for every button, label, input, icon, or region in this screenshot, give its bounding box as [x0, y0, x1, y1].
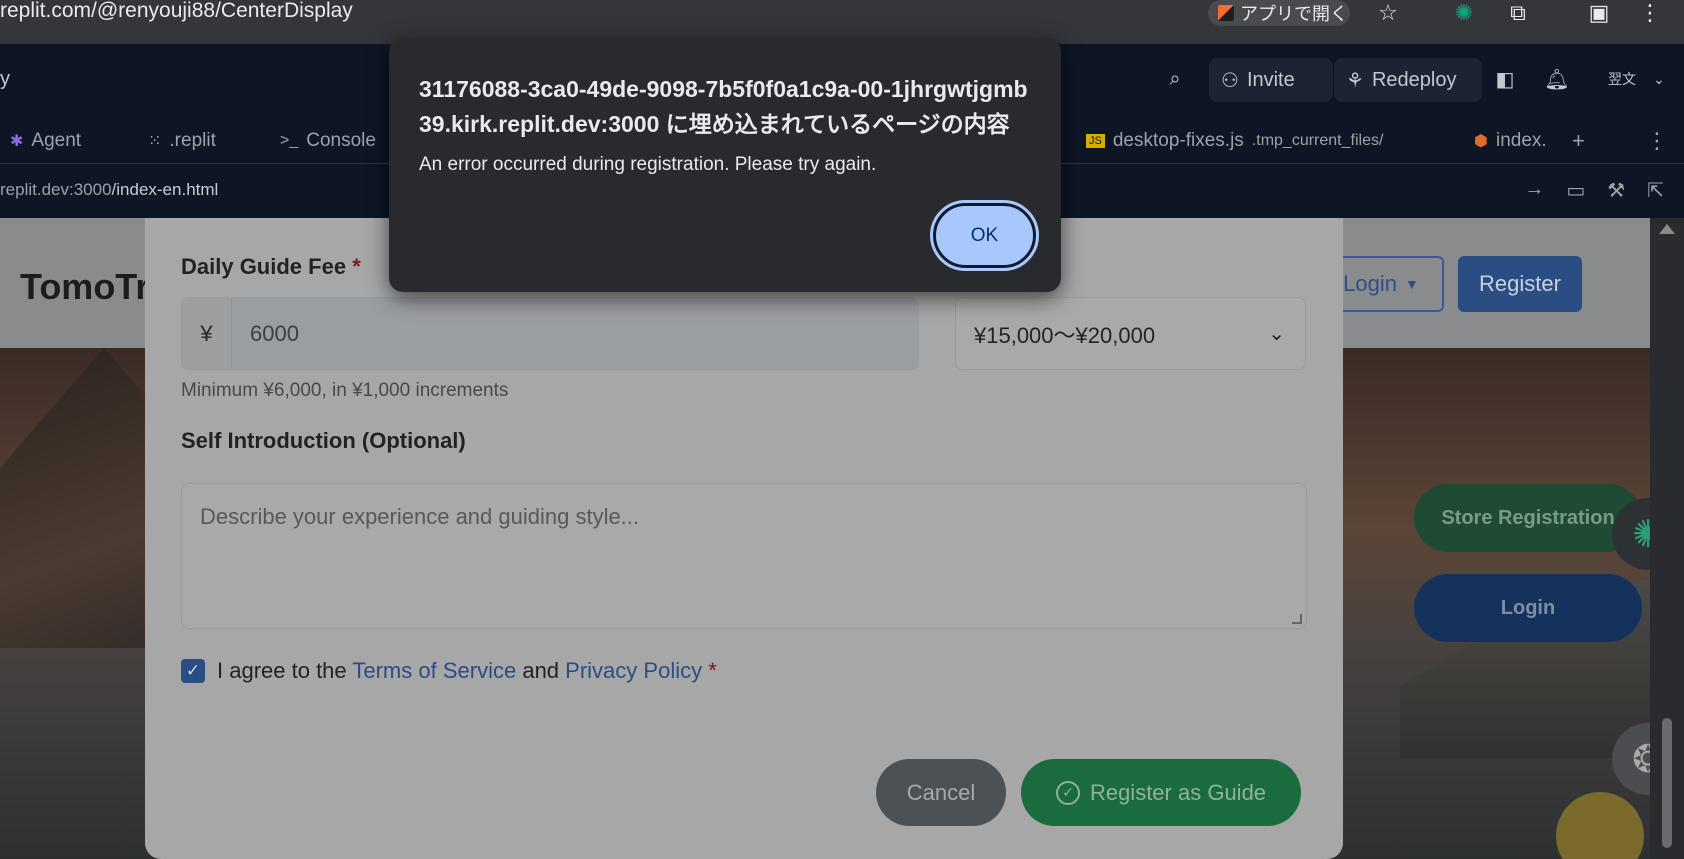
tab-label: Console [306, 130, 376, 151]
fee-hint: Minimum ¥6,000, in ¥1,000 increments [181, 380, 509, 401]
agent-icon: ✱ [10, 133, 24, 150]
replit-logo-icon [1218, 5, 1234, 21]
caret-down-icon: ▼ [1404, 276, 1419, 292]
intro-label: Self Introduction (Optional) [181, 428, 466, 453]
check-circle-icon: ✓ [1055, 780, 1080, 805]
devices-icon[interactable]: ▭ [1566, 178, 1585, 203]
tab-label: desktop-fixes.js [1112, 130, 1244, 151]
notifications-bell-icon[interactable]: 🔔︎ [1544, 66, 1570, 92]
register-label: Register as Guide [1089, 779, 1267, 805]
open-in-app-button[interactable]: アプリで開く [1208, 0, 1350, 26]
webview-url[interactable]: replit.dev:3000/index-en.html [0, 180, 218, 200]
new-tab-plus-icon[interactable]: + [1562, 118, 1595, 164]
tab-label: Agent [31, 130, 82, 151]
fee-label: Daily Guide Fee * [181, 254, 361, 280]
nav-login-label: Login [1343, 271, 1397, 296]
chevron-down-icon: ⌄ [1268, 323, 1285, 345]
bookmark-star-icon[interactable]: ☆ [1374, 0, 1402, 26]
cancel-button[interactable]: Cancel [876, 759, 1006, 826]
fee-label-text: Daily Guide Fee [181, 254, 347, 279]
open-external-icon[interactable]: ⇱ [1647, 178, 1664, 203]
agree-and: and [522, 658, 560, 683]
site-logo[interactable]: TomoTr [20, 266, 149, 308]
self-intro-textarea[interactable]: Describe your experience and guiding sty… [181, 483, 1307, 629]
chevron-down-icon[interactable]: ⌄ [1646, 66, 1672, 92]
chatgpt-extension-icon[interactable]: ✺ [1450, 0, 1478, 26]
preview-scrollbar[interactable] [1650, 218, 1684, 859]
store-registration-button[interactable]: Store Registration [1414, 484, 1642, 552]
address-bar[interactable]: replit.com/@renyouji88/CenterDisplay [0, 0, 353, 22]
tab-label: index. [1495, 130, 1547, 151]
javascript-file-icon: JS [1086, 134, 1105, 148]
tab-desktop-fixes[interactable]: JS desktop-fixes.js .tmp_current_files/ [1076, 118, 1393, 164]
required-mark: * [708, 658, 717, 683]
nav-register-button[interactable]: Register [1458, 256, 1582, 312]
add-user-icon: ⚇ [1221, 69, 1239, 92]
privacy-link[interactable]: Privacy Policy [565, 658, 702, 683]
fee-input-group: ¥ 6000 [181, 297, 919, 370]
devtools-wrench-icon[interactable]: ⚒ [1607, 178, 1625, 203]
currency-prefix: ¥ [182, 298, 232, 369]
required-mark: * [352, 254, 361, 279]
browser-menu-icon[interactable]: ⋮ [1638, 0, 1662, 26]
redeploy-label: Redeploy [1371, 68, 1457, 91]
invite-label: Invite [1246, 68, 1295, 91]
intro-placeholder: Describe your experience and guiding sty… [200, 504, 640, 529]
agree-text: I agree to the Terms of Service and Priv… [217, 658, 717, 684]
forward-arrow-icon[interactable]: → [1524, 178, 1544, 203]
range-value: ¥15,000〜¥20,000 [974, 322, 1156, 348]
scroll-up-arrow-icon[interactable] [1659, 224, 1675, 234]
agree-checkbox[interactable]: ✓ [181, 659, 205, 683]
replit-config-icon: ⁙ [148, 133, 162, 150]
project-name-fragment[interactable]: y [0, 68, 10, 91]
console-icon: >_ [280, 132, 299, 149]
profile-avatar[interactable]: ▣ [1584, 0, 1614, 26]
tab-index[interactable]: ⬢ index. [1464, 118, 1557, 164]
terms-link[interactable]: Terms of Service [352, 658, 516, 683]
invite-button[interactable]: ⚇ Invite [1209, 58, 1333, 102]
tab-replit-config[interactable]: ⁙ .replit [138, 118, 226, 164]
open-in-app-label: アプリで開く [1240, 4, 1348, 24]
search-icon[interactable]: ⌕ [1162, 66, 1188, 92]
user-avatar[interactable]: 翌文 [1602, 66, 1642, 92]
resize-handle-icon[interactable] [1292, 614, 1302, 624]
fee-range-select[interactable]: ¥15,000〜¥20,000 ⌄ [955, 297, 1306, 370]
tab-agent[interactable]: ✱ Agent [0, 118, 91, 164]
tab-sublabel: .tmp_current_files/ [1251, 132, 1384, 149]
alert-ok-button[interactable]: OK [930, 200, 1039, 271]
alert-message: An error occurred during registration. P… [419, 154, 877, 175]
redeploy-button[interactable]: ⚘ Redeploy [1334, 58, 1482, 102]
agree-prefix: I agree to the [217, 658, 347, 683]
scroll-thumb[interactable] [1662, 718, 1672, 848]
workspace-icon[interactable]: ◧ [1492, 66, 1518, 92]
webview-tools: → ▭ ⚒ ⇱ [1524, 178, 1664, 203]
fee-input[interactable]: 6000 [232, 298, 918, 369]
tab-console[interactable]: >_ Console [270, 118, 386, 164]
register-as-guide-button[interactable]: ✓ Register as Guide [1021, 759, 1301, 826]
alert-title: 31176088-3ca0-49de-9098-7b5f0f0a1c9a-00-… [419, 76, 1028, 137]
tab-menu-icon[interactable]: ⋮ [1636, 118, 1678, 164]
html-file-icon: ⬢ [1474, 133, 1488, 150]
deploy-icon: ⚘ [1346, 69, 1364, 92]
tab-label: .replit [169, 130, 216, 151]
guide-registration-modal: Daily Guide Fee * ¥ 6000 ¥15,000〜¥20,000… [145, 218, 1343, 859]
hero-login-button[interactable]: Login [1414, 574, 1642, 642]
extensions-icon[interactable]: ⧉ [1504, 0, 1532, 26]
terms-agreement: ✓ I agree to the Terms of Service and Pr… [181, 658, 717, 684]
webview-url-host: replit.dev:3000 [0, 180, 112, 199]
webview-url-path: /index-en.html [111, 180, 219, 199]
app-preview: TomoTr Login ▼ Register Store Registrati… [0, 218, 1650, 859]
